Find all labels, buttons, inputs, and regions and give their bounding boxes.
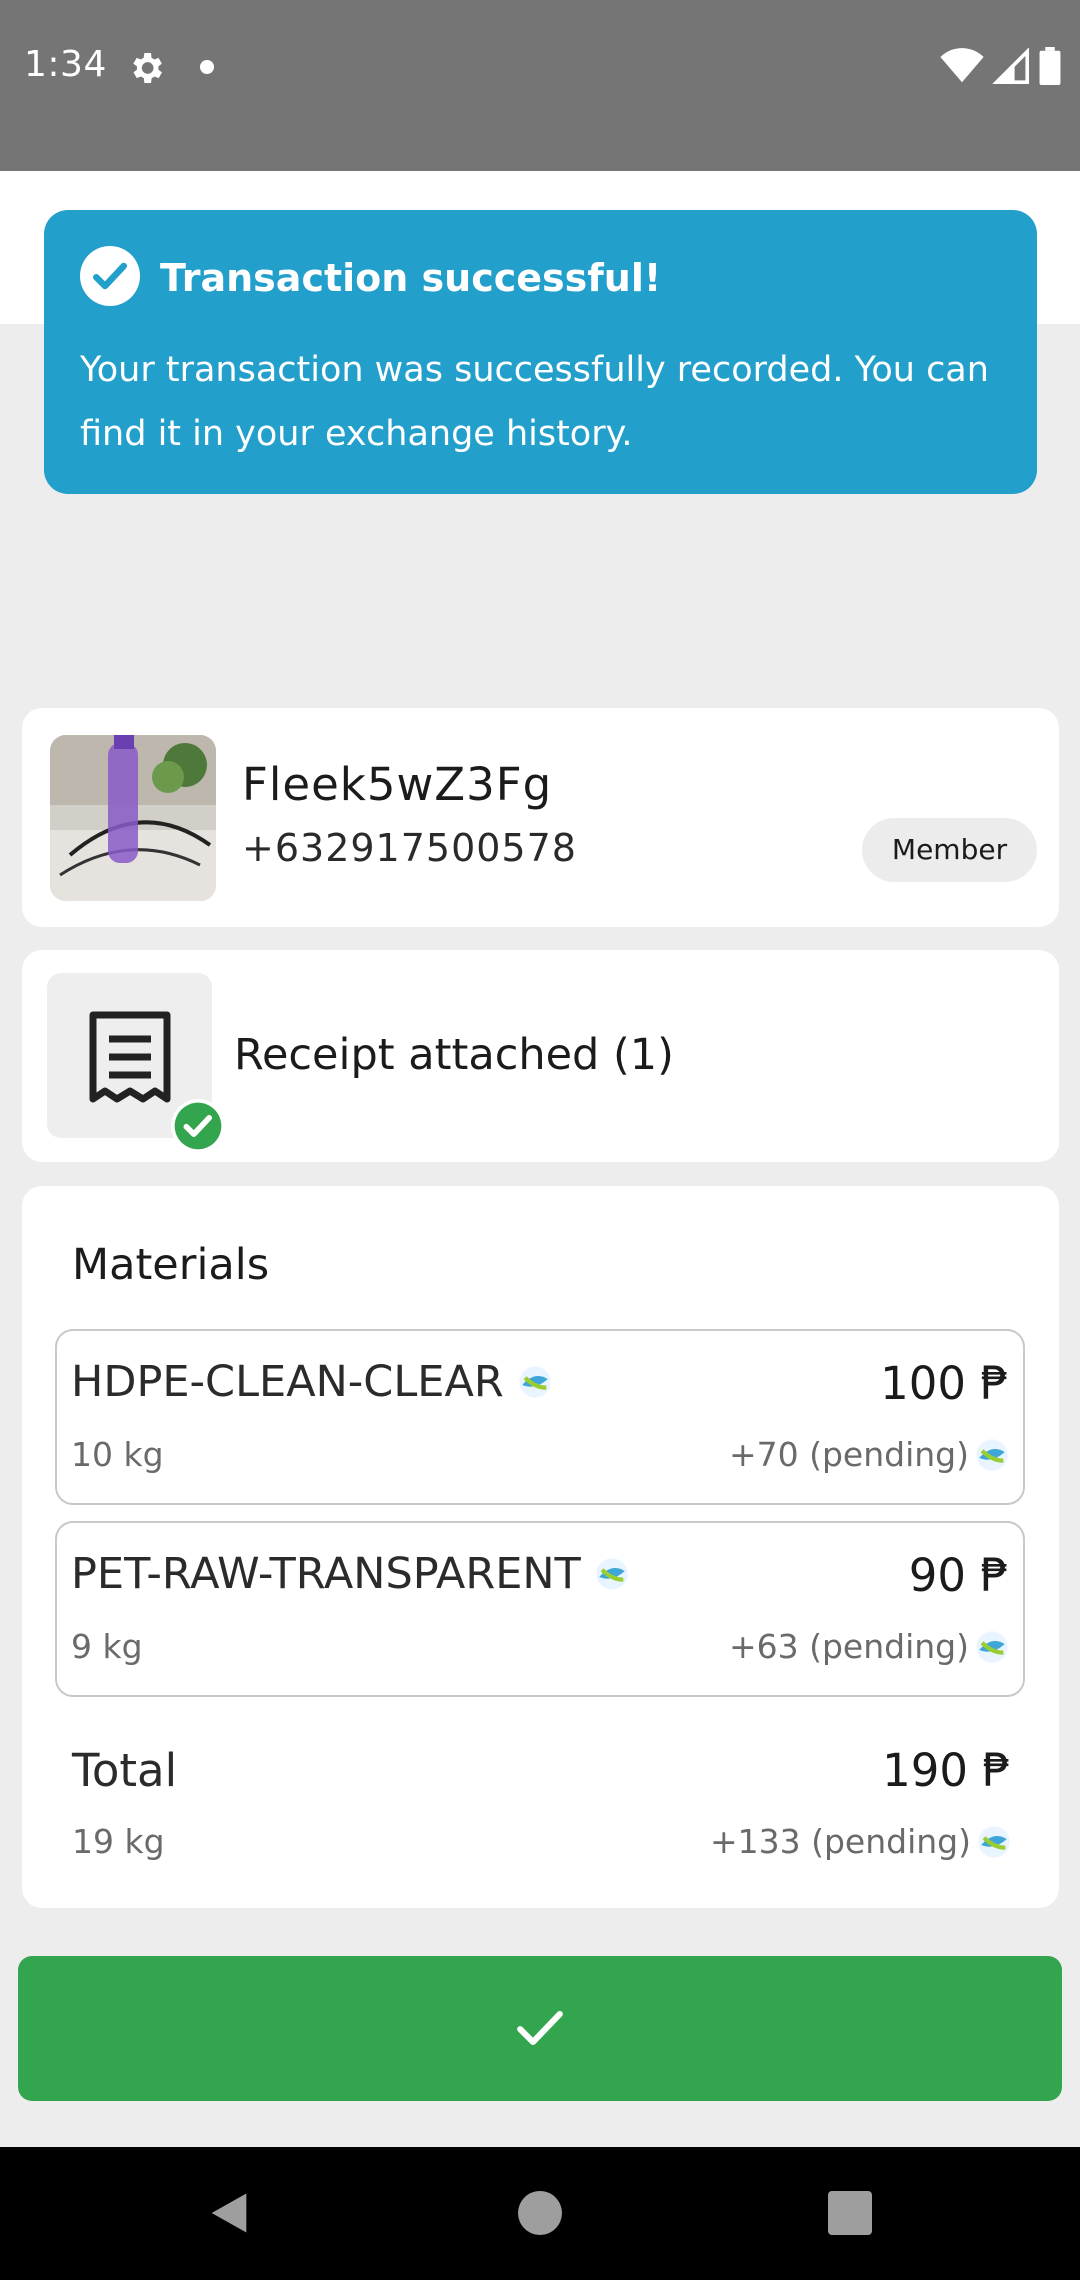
back-icon[interactable]	[203, 2187, 255, 2239]
eco-coin-icon	[596, 1558, 628, 1590]
avatar	[50, 735, 216, 901]
member-badge: Member	[862, 818, 1037, 882]
check-circle-icon	[80, 246, 140, 306]
notification-dot-icon	[200, 60, 214, 74]
total-pending: +133 (pending)	[710, 1822, 1011, 1861]
material-pending-text: +70 (pending)	[728, 1435, 969, 1474]
check-circle-icon	[171, 1099, 225, 1153]
material-name: PET-RAW-TRANSPARENT	[71, 1549, 581, 1599]
material-price: 100 ₱	[880, 1357, 1009, 1410]
material-weight: 9 kg	[71, 1627, 143, 1666]
status-time: 1:34	[24, 44, 107, 85]
eco-coin-icon	[976, 1438, 1008, 1471]
material-pending: +63 (pending)	[729, 1627, 1009, 1666]
material-price: 90 ₱	[908, 1549, 1009, 1602]
recent-apps-icon[interactable]	[828, 2191, 872, 2235]
receipt-icon	[89, 1011, 171, 1103]
material-weight: 10 kg	[71, 1435, 164, 1474]
confirm-button[interactable]	[18, 1956, 1062, 2101]
eco-coin-icon	[519, 1366, 551, 1398]
cellular-signal-icon	[992, 48, 1029, 84]
nav-bar	[0, 2147, 1080, 2280]
materials-card: Materials HDPE-CLEAN-CLEAR 10 kg 100 ₱ +…	[22, 1186, 1059, 1908]
member-photo	[50, 735, 216, 901]
toast-message: Your transaction was successfully record…	[80, 350, 989, 454]
total-weight: 19 kg	[72, 1822, 165, 1861]
member-phone: +632917500578	[242, 826, 577, 870]
eco-coin-icon	[978, 1825, 1010, 1858]
member-name: Fleek5wZ3Fg	[242, 758, 553, 811]
checkmark-icon	[517, 2010, 563, 2046]
material-row[interactable]: HDPE-CLEAN-CLEAR 10 kg 100 ₱ +70 (pendin…	[55, 1329, 1025, 1505]
toast-title: Transaction successful!	[160, 256, 662, 300]
receipt-card[interactable]: Receipt attached (1)	[22, 950, 1059, 1162]
material-name-wrap: PET-RAW-TRANSPARENT	[71, 1549, 629, 1599]
material-pending: +70 (pending)	[729, 1435, 1009, 1474]
total-pending-text: +133 (pending)	[709, 1822, 971, 1861]
home-icon[interactable]	[518, 2191, 562, 2235]
wifi-icon	[940, 48, 984, 83]
material-row[interactable]: PET-RAW-TRANSPARENT 9 kg 90 ₱ +63 (pendi…	[55, 1521, 1025, 1697]
settings-gear-icon	[133, 53, 162, 83]
battery-icon	[1039, 47, 1061, 85]
material-name: HDPE-CLEAN-CLEAR	[71, 1357, 504, 1407]
total-label: Total	[72, 1744, 178, 1797]
eco-coin-icon	[976, 1630, 1008, 1663]
total-price: 190 ₱	[882, 1744, 1011, 1797]
success-toast[interactable]: Transaction successful! Your transaction…	[44, 210, 1037, 494]
materials-title: Materials	[72, 1240, 270, 1290]
material-name-wrap: HDPE-CLEAN-CLEAR	[71, 1357, 552, 1407]
material-pending-text: +63 (pending)	[728, 1627, 969, 1666]
member-card[interactable]: Fleek5wZ3Fg +632917500578 Member	[22, 708, 1059, 927]
receipt-label: Receipt attached (1)	[234, 1030, 674, 1080]
status-bar: 1:34	[0, 0, 1080, 171]
status-icons	[940, 46, 1062, 86]
